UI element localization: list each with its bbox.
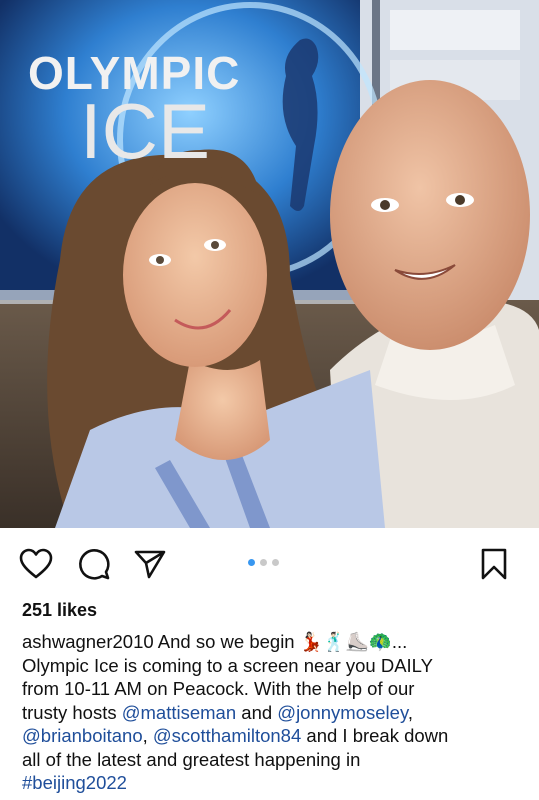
caption-text-4a: trusty hosts xyxy=(22,701,122,723)
likes-count[interactable]: 251 likes xyxy=(22,600,97,621)
heart-icon[interactable] xyxy=(18,546,54,582)
post-caption: ashwagner2010 And so we begin 💃🏻🕺🏻⛸️🦚...… xyxy=(22,630,512,795)
caption-line-4: trusty hosts @mattiseman and @jonnymosel… xyxy=(22,701,512,725)
caption-text-5b: and I break down xyxy=(301,725,449,746)
carousel-dot-3 xyxy=(272,559,279,566)
caption-text-4b: and xyxy=(236,701,278,723)
caption-text-5a: , xyxy=(142,725,153,746)
action-bar xyxy=(0,528,539,598)
caption-line-3: from 10-11 AM on Peacock. With the help … xyxy=(22,678,415,699)
caption-line-2: Olympic Ice is coming to a screen near y… xyxy=(22,654,433,676)
share-icon[interactable] xyxy=(132,546,168,582)
comment-icon[interactable] xyxy=(76,546,112,582)
logo-line2: ICE xyxy=(80,87,211,175)
caption-line-1: ashwagner2010 And so we begin 💃🏻🕺🏻⛸️🦚... xyxy=(22,630,512,654)
caption-text-1: And so we begin 💃🏻🕺🏻⛸️🦚... xyxy=(157,631,408,652)
hashtag-beijing2022[interactable]: #beijing2022 xyxy=(22,772,127,793)
mention-mattiseman[interactable]: @mattiseman xyxy=(122,702,236,723)
post-photo[interactable]: OLYMPIC ICE xyxy=(0,0,539,528)
caption-line-7: #beijing2022 xyxy=(22,771,512,795)
caption-username[interactable]: ashwagner2010 xyxy=(22,631,154,652)
caption-text-4c: , xyxy=(407,701,413,723)
mention-brianboitano[interactable]: @brianboitano xyxy=(22,725,143,746)
caption-line-6: all of the latest and greatest happening… xyxy=(22,748,361,770)
bookmark-icon[interactable] xyxy=(476,546,512,582)
carousel-dot-1 xyxy=(248,559,255,566)
carousel-indicator xyxy=(248,559,279,566)
mention-scotthamilton84[interactable]: @scotthamilton84 xyxy=(153,725,301,746)
olympic-ice-logo: OLYMPIC ICE xyxy=(28,50,240,175)
carousel-dot-2 xyxy=(260,559,267,566)
caption-line-5: @brianboitano, @scotthamilton84 and I br… xyxy=(22,724,512,748)
mention-jonnymoseley[interactable]: @jonnymoseley xyxy=(277,702,408,723)
